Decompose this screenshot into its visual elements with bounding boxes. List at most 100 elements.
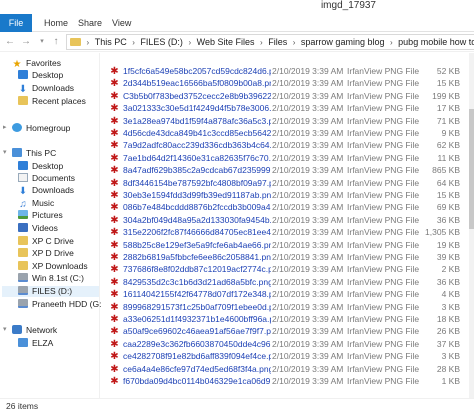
file-type: IrfanView PNG File bbox=[347, 165, 420, 176]
file-size: 4 KB bbox=[441, 289, 460, 300]
expand-chevron-icon[interactable]: ▸ bbox=[3, 123, 9, 131]
file-row[interactable]: ✱ ce4282708f91e82bd6aff839f094ef4ce.png 2/… bbox=[101, 350, 474, 362]
file-name: ce4282708f91e82bd6aff839f094ef4ce.png bbox=[123, 351, 271, 362]
nav-item-desktop[interactable]: Desktop bbox=[18, 70, 63, 81]
tab-share[interactable]: Share bbox=[72, 16, 108, 30]
file-type: IrfanView PNG File bbox=[347, 314, 420, 324]
up-arrow-icon[interactable]: ↑ bbox=[50, 35, 62, 48]
file-name: C3b5b0f783bed3752cecc2e8b9b39622.png bbox=[123, 90, 271, 101]
file-size: 17 KB bbox=[436, 103, 460, 114]
nav-item-homegroup[interactable]: Homegroup bbox=[12, 123, 70, 134]
file-row[interactable]: ✱ f670bda09d4bc0114b046329e1ca06d9.png 2/1… bbox=[101, 375, 474, 387]
nav-item-win-drive[interactable]: Win 8.1st (C:) bbox=[18, 273, 84, 284]
nav-item-pc-downloads[interactable]: ⬇ Downloads bbox=[18, 185, 74, 197]
breadcrumb-files[interactable]: Files bbox=[268, 35, 287, 49]
tab-home[interactable]: Home bbox=[38, 16, 74, 30]
file-date-modified: 2/10/2019 3:39 AM bbox=[272, 301, 344, 312]
file-name: 737686f8e8f02ddb87c12019acf2774c.png bbox=[123, 264, 271, 275]
scrollbar-thumb[interactable] bbox=[469, 109, 474, 229]
collapse-chevron-icon[interactable]: ▾ bbox=[3, 325, 9, 333]
nav-item-music[interactable]: ♫ Music bbox=[18, 198, 54, 210]
file-row[interactable]: ✱ 737686f8e8f02ddb87c12019acf2774c.png 2/1… bbox=[101, 263, 474, 275]
nav-item-pictures[interactable]: Pictures bbox=[18, 210, 63, 221]
nav-item-favorites[interactable]: ★ Favorites bbox=[12, 58, 61, 70]
file-name: 086b7e484bcddd8876b2fccdb3b009a4.png bbox=[123, 202, 271, 213]
file-row[interactable]: ✱ 7ae1bd64d2f14360e31ca82635f76c70.png 2/1… bbox=[101, 152, 474, 164]
file-row[interactable]: ✱ 3a021333c30e5d1f4249d4f5b78e3006.png 2/1… bbox=[101, 102, 474, 114]
nav-item-downloads[interactable]: ⬇ Downloads bbox=[18, 83, 74, 95]
file-row[interactable]: ✱ 16114042155f42f64778d07df172e348.png 2/1… bbox=[101, 288, 474, 300]
file-row[interactable]: ✱ 8429535d2c3c1b6d3d21ad68a5bfc.png 2/10/2… bbox=[101, 276, 474, 288]
desktop-icon bbox=[18, 70, 28, 79]
nav-item-network[interactable]: Network bbox=[12, 325, 57, 336]
nav-item-xp-c-drive[interactable]: XP C Drive bbox=[18, 236, 74, 247]
breadcrumb-separator-icon: › bbox=[132, 38, 135, 47]
file-type: IrfanView PNG File bbox=[347, 214, 420, 225]
file-type: IrfanView PNG File bbox=[347, 152, 420, 163]
file-size: 18 KB bbox=[436, 314, 460, 324]
file-row[interactable]: ✱ ce6a4a4e86cfe97d74ed5ed68f3f4a.png 2/10/… bbox=[101, 363, 474, 375]
file-date-modified: 2/10/2019 3:39 AM bbox=[272, 326, 344, 337]
file-row[interactable]: ✱ 7a9d2adfc80acc239d336cdb363b4c64.png 2/1… bbox=[101, 139, 474, 151]
file-row[interactable]: ✱ 304a2bf049d48a95a2d133030fa9454b.png 2/1… bbox=[101, 214, 474, 226]
network-icon bbox=[12, 325, 22, 334]
breadcrumb-this-pc[interactable]: This PC bbox=[95, 35, 127, 49]
file-row[interactable]: ✱ C3b5b0f783bed3752cecc2e8b9b39622.png2/1… bbox=[101, 90, 474, 102]
file-row[interactable]: ✱ caa2289e3c362fb6603870450dde4c96.png 2/1… bbox=[101, 338, 474, 350]
file-row[interactable]: ✱ 2d344b519eac16566ba5f0809b00a8.png 2/10/… bbox=[101, 77, 474, 89]
file-row[interactable]: ✱ 899968291573f1c25b0af709f1ebee0d.png 2/1… bbox=[101, 301, 474, 313]
irfanview-png-icon: ✱ bbox=[110, 202, 119, 214]
vertical-scrollbar[interactable] bbox=[469, 53, 474, 398]
file-row[interactable]: ✱ 1f5cfc6a549e58bc2057cd59cdc824d6.png 2/1… bbox=[101, 65, 474, 77]
file-size: 64 KB bbox=[436, 177, 460, 188]
title-bar: imgd_17937 bbox=[0, 0, 474, 12]
breadcrumb-web-site-files[interactable]: Web Site Files bbox=[197, 35, 255, 49]
tab-view[interactable]: View bbox=[106, 16, 137, 30]
nav-item-praneeth-hdd[interactable]: Praneeth HDD (G:) bbox=[18, 299, 104, 310]
collapse-chevron-icon[interactable]: ▾ bbox=[3, 148, 9, 156]
status-bar: 26 items bbox=[0, 398, 474, 412]
breadcrumb-files-drive[interactable]: FILES (D:) bbox=[140, 35, 183, 49]
breadcrumb-current-folder[interactable]: pubg mobile how to extract loading scree… bbox=[398, 35, 474, 49]
file-row[interactable]: ✱ 315e2206f2fc87f46666d84705ec81ee4.png2/… bbox=[101, 226, 474, 238]
file-date-modified: 2/10/2019 3:39 AM bbox=[272, 227, 344, 238]
file-date-modified: 2/10/2019 3:39 AM bbox=[272, 152, 344, 163]
file-row[interactable]: ✱ 3e1a28ea974bd1f59f4a878afc36a5c3.png 2/1… bbox=[101, 115, 474, 127]
irfanview-png-icon: ✱ bbox=[110, 351, 119, 363]
file-row[interactable]: ✱ a50af9ce69602c46aea91af56ae7f9f7.png 2/1… bbox=[101, 325, 474, 337]
nav-item-videos[interactable]: Videos bbox=[18, 223, 58, 234]
nav-item-recent-places[interactable]: Recent places bbox=[18, 96, 86, 107]
irfanview-png-icon: ✱ bbox=[110, 314, 119, 325]
breadcrumb-sparrow-gaming-blog[interactable]: sparrow gaming blog bbox=[301, 35, 385, 49]
file-row[interactable]: ✱ 086b7e484bcddd8876b2fccdb3b009a4.png 2/1… bbox=[101, 201, 474, 213]
nav-item-xp-d-drive[interactable]: XP D Drive bbox=[18, 248, 74, 259]
file-name: 30eb3e1594fdd3d99fb39ed91187ab.png bbox=[123, 190, 271, 200]
forward-arrow-icon[interactable]: → bbox=[20, 35, 32, 48]
nav-item-files-drive[interactable]: FILES (D:) bbox=[2, 286, 99, 297]
file-row[interactable]: ✱ 30eb3e1594fdd3d99fb39ed91187ab.png 2/10/… bbox=[101, 189, 474, 201]
file-date-modified: 2/10/2019 3:39 AM bbox=[272, 190, 344, 200]
nav-item-elza[interactable]: ELZA bbox=[18, 338, 53, 349]
address-bar[interactable]: › This PC › FILES (D:) › Web Site Files … bbox=[66, 34, 474, 50]
back-arrow-icon[interactable]: ← bbox=[4, 35, 16, 48]
recent-locations-chevron-icon[interactable]: ▾ bbox=[36, 35, 48, 48]
nav-item-pc-desktop[interactable]: Desktop bbox=[18, 161, 63, 172]
nav-item-xp-downloads[interactable]: XP Downloads bbox=[18, 261, 88, 272]
irfanview-png-icon: ✱ bbox=[110, 177, 119, 189]
nav-item-this-pc[interactable]: This PC bbox=[12, 148, 56, 159]
pictures-icon bbox=[18, 210, 28, 219]
file-row[interactable]: ✱ 588b25c8e129ef3e5a9fcfe6ab4ae66.png 2/10… bbox=[101, 239, 474, 251]
file-size: 36 KB bbox=[436, 214, 460, 225]
nav-item-documents[interactable]: Documents bbox=[18, 173, 75, 184]
file-type: IrfanView PNG File bbox=[347, 252, 420, 262]
file-row[interactable]: ✱ 4d56cde43dca849b41c3ccd85ecb5642.png2/1… bbox=[101, 127, 474, 139]
file-row[interactable]: ✱ 2882b6819a5fbbcfe6ee86c2058841.png 2/10/… bbox=[101, 251, 474, 263]
file-type: IrfanView PNG File bbox=[347, 363, 420, 374]
window-title: imgd_17937 bbox=[320, 0, 376, 11]
file-row[interactable]: ✱ a33e06251d1f4932371b1e4600bff96a.png 2/1… bbox=[101, 313, 474, 325]
file-date-modified: 2/10/2019 3:39 AM bbox=[272, 90, 344, 101]
file-date-modified: 2/10/2019 3:39 AM bbox=[272, 314, 344, 324]
file-row[interactable]: ✱ 8df3446154be787592bfc4808bf09a97.png 2/1… bbox=[101, 177, 474, 189]
file-row[interactable]: ✱ 8a47adf629b385c2a9cdcab67d235999.png 2/1… bbox=[101, 164, 474, 176]
tab-file[interactable]: File bbox=[0, 14, 32, 32]
